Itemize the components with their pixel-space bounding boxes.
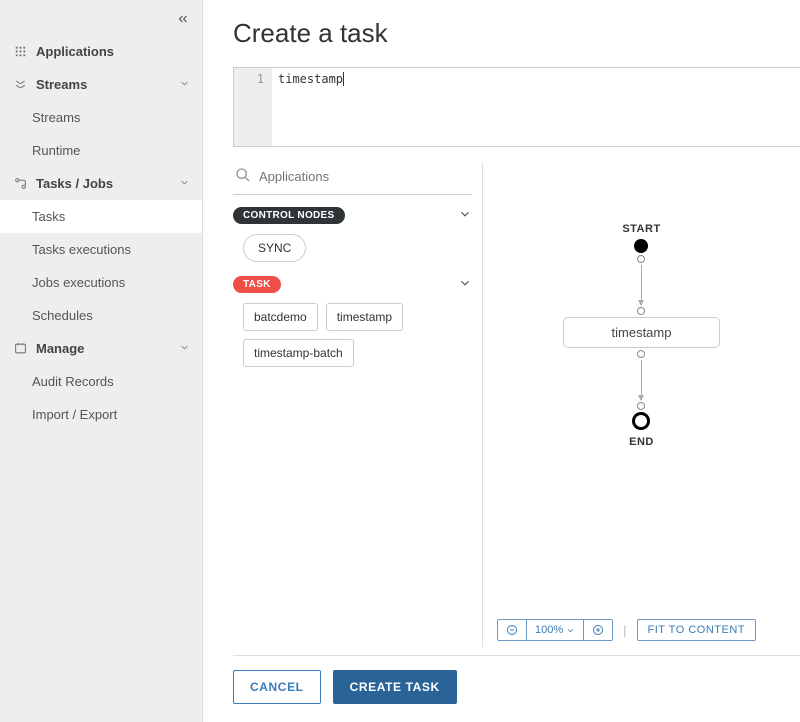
zoom-out-button[interactable]	[498, 620, 527, 640]
port-icon[interactable]	[638, 307, 646, 315]
create-task-button[interactable]: CREATE TASK	[333, 670, 457, 704]
plus-circle-icon	[592, 624, 604, 636]
start-label: START	[622, 223, 660, 235]
flow-canvas[interactable]: START timestamp END	[483, 163, 800, 647]
sidebar-subitem-streams[interactable]: Streams	[0, 101, 202, 134]
task-node-timestamp[interactable]: timestamp	[563, 317, 721, 348]
section-pill: CONTROL NODES	[233, 207, 345, 224]
editor-gutter: 1	[234, 68, 272, 146]
sidebar-item-manage[interactable]: Manage	[0, 332, 202, 365]
end-label: END	[629, 436, 654, 448]
button-label: CREATE TASK	[350, 680, 440, 694]
sidebar-subitem-schedules[interactable]: Schedules	[0, 299, 202, 332]
sidebar-item-label: Streams	[36, 77, 87, 92]
sidebar-item-tasks-jobs[interactable]: Tasks / Jobs	[0, 167, 202, 200]
sidebar-subitem-audit-records[interactable]: Audit Records	[0, 365, 202, 398]
sidebar-subitem-label: Runtime	[32, 143, 80, 158]
sidebar-subitem-tasks-executions[interactable]: Tasks executions	[0, 233, 202, 266]
section-control-nodes[interactable]: CONTROL NODES	[233, 207, 472, 224]
sidebar-subitem-import-export[interactable]: Import / Export	[0, 398, 202, 431]
dsl-editor[interactable]: 1 timestamp	[233, 67, 800, 147]
button-label: CANCEL	[250, 680, 304, 694]
sidebar-subitem-label: Tasks	[32, 209, 65, 224]
sidebar-subitem-label: Streams	[32, 110, 80, 125]
minus-circle-icon	[506, 624, 518, 636]
start-node[interactable]	[635, 239, 649, 253]
palette-item-timestamp-batch[interactable]: timestamp-batch	[243, 339, 354, 367]
text-cursor	[343, 72, 344, 86]
flow-diagram: START timestamp END	[563, 223, 721, 452]
fit-label: FIT TO CONTENT	[648, 624, 745, 636]
palette-item-sync[interactable]: SYNC	[243, 234, 306, 262]
section-task[interactable]: TASK	[233, 276, 472, 293]
palette-item-label: batcdemo	[254, 310, 307, 324]
port-icon[interactable]	[638, 350, 646, 358]
end-node[interactable]	[633, 412, 651, 430]
manage-icon	[12, 342, 28, 355]
main-content: Create a task 1 timestamp CONTROL NODES	[203, 0, 800, 722]
footer-actions: CANCEL CREATE TASK	[233, 656, 800, 704]
arrow-icon	[641, 360, 642, 400]
fit-to-content-button[interactable]: FIT TO CONTENT	[637, 619, 756, 641]
sidebar-subitem-label: Audit Records	[32, 374, 114, 389]
sidebar-subitem-label: Schedules	[32, 308, 93, 323]
page-title: Create a task	[233, 18, 800, 49]
palette-item-timestamp[interactable]: timestamp	[326, 303, 403, 331]
sidebar: Applications Streams Streams Runtime Tas…	[0, 0, 203, 722]
apps-palette: CONTROL NODES SYNC TASK batcdemo ti	[233, 163, 483, 647]
sidebar-item-label: Tasks / Jobs	[36, 176, 113, 191]
chevron-down-icon	[179, 176, 190, 191]
task-node-label: timestamp	[612, 325, 672, 340]
sidebar-item-applications[interactable]: Applications	[0, 35, 202, 68]
editor-text: timestamp	[278, 72, 343, 86]
apps-search-input[interactable]	[259, 169, 470, 184]
search-icon	[235, 167, 251, 186]
sidebar-item-label: Manage	[36, 341, 84, 356]
port-icon[interactable]	[638, 402, 646, 410]
port-icon[interactable]	[638, 255, 646, 263]
sidebar-subitem-label: Jobs executions	[32, 275, 125, 290]
sidebar-item-streams[interactable]: Streams	[0, 68, 202, 101]
sidebar-subitem-tasks[interactable]: Tasks	[0, 200, 202, 233]
arrow-icon	[641, 265, 642, 305]
sidebar-subitem-runtime[interactable]: Runtime	[0, 134, 202, 167]
sidebar-subitem-jobs-executions[interactable]: Jobs executions	[0, 266, 202, 299]
separator: |	[623, 623, 626, 638]
sidebar-subitem-label: Import / Export	[32, 407, 117, 422]
cancel-button[interactable]: CANCEL	[233, 670, 321, 704]
zoom-level-label: 100%	[535, 624, 563, 636]
zoom-level-dropdown[interactable]: 100%	[527, 620, 584, 640]
zoom-in-button[interactable]	[584, 620, 612, 640]
sidebar-item-label: Applications	[36, 44, 114, 59]
editor-content[interactable]: timestamp	[272, 68, 800, 146]
grid-icon	[12, 45, 28, 58]
zoom-toolbar: 100% | FIT TO CONTENT	[497, 619, 800, 641]
palette-item-label: timestamp-batch	[254, 346, 343, 360]
palette-item-label: timestamp	[337, 310, 392, 324]
palette-item-label: SYNC	[258, 241, 291, 255]
tasks-icon	[12, 177, 28, 190]
chevron-down-icon	[179, 77, 190, 92]
chevron-down-icon	[458, 207, 472, 224]
stream-icon	[12, 78, 28, 91]
chevron-down-icon	[458, 276, 472, 293]
sidebar-subitem-label: Tasks executions	[32, 242, 131, 257]
chevron-double-left-icon	[176, 12, 190, 26]
section-pill: TASK	[233, 276, 281, 293]
palette-item-batcdemo[interactable]: batcdemo	[243, 303, 318, 331]
chevron-down-icon	[566, 626, 575, 635]
chevron-down-icon	[179, 341, 190, 356]
line-number: 1	[234, 72, 264, 86]
sidebar-collapse-button[interactable]	[176, 12, 190, 29]
